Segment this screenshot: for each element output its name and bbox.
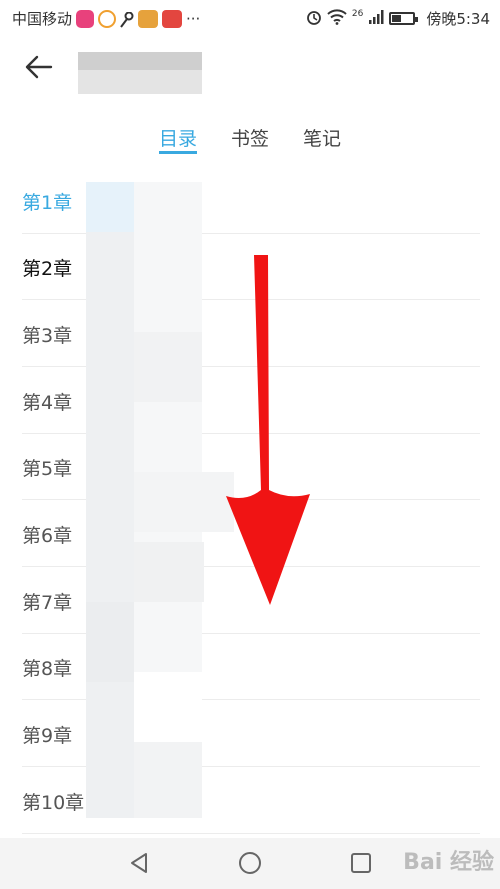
- wifi-icon: [327, 8, 347, 29]
- chapter-label: 第10章: [22, 792, 85, 814]
- news-icon: [162, 9, 183, 28]
- ring-icon: [98, 9, 117, 28]
- video-icon: [76, 9, 95, 28]
- redaction-mosaic: [86, 182, 236, 818]
- tab-contents[interactable]: 目录: [159, 124, 197, 151]
- recents-square-icon[interactable]: [349, 851, 373, 875]
- tab-notes[interactable]: 笔记: [303, 124, 341, 151]
- chapter-label: 第4章: [22, 392, 73, 414]
- network-type: 26: [351, 8, 364, 19]
- game-icon: [138, 9, 159, 28]
- more-notifications: ···: [186, 9, 201, 28]
- chapter-label: 第5章: [22, 458, 73, 480]
- chapter-label: 第8章: [22, 658, 73, 680]
- chapter-label: 第6章: [22, 525, 73, 547]
- home-circle-icon[interactable]: [238, 851, 262, 875]
- navigation-bar: Bai 经验: [0, 838, 500, 889]
- status-bar-left: 中国移动 ···: [12, 8, 200, 29]
- status-bar: 中国移动 ··· 26 傍晚5:34: [0, 0, 500, 34]
- signal-icon: [368, 9, 384, 29]
- clock: 傍晚5:34: [426, 10, 490, 28]
- tab-bookmarks[interactable]: 书签: [231, 124, 269, 151]
- active-tab-indicator: [159, 151, 197, 154]
- key-icon: [120, 11, 134, 28]
- scroll-down-arrow-annotation: [218, 250, 318, 610]
- chapter-label: 第7章: [22, 592, 73, 614]
- watermark: Bai 经验: [403, 850, 494, 875]
- alarm-icon: [306, 9, 322, 29]
- back-arrow-icon[interactable]: [22, 50, 56, 84]
- chapter-label: 第2章: [22, 258, 73, 280]
- chapter-label: 第9章: [22, 725, 73, 747]
- back-triangle-icon[interactable]: [128, 851, 152, 875]
- chapter-label: 第3章: [22, 325, 73, 347]
- battery-icon: [389, 12, 419, 25]
- book-title-redacted: [78, 52, 202, 94]
- chapter-label: 第1章: [22, 192, 73, 214]
- carrier-name: 中国移动: [12, 10, 73, 28]
- tab-bar: 目录 书签 笔记: [0, 120, 500, 160]
- status-bar-right: 26 傍晚5:34: [306, 8, 490, 29]
